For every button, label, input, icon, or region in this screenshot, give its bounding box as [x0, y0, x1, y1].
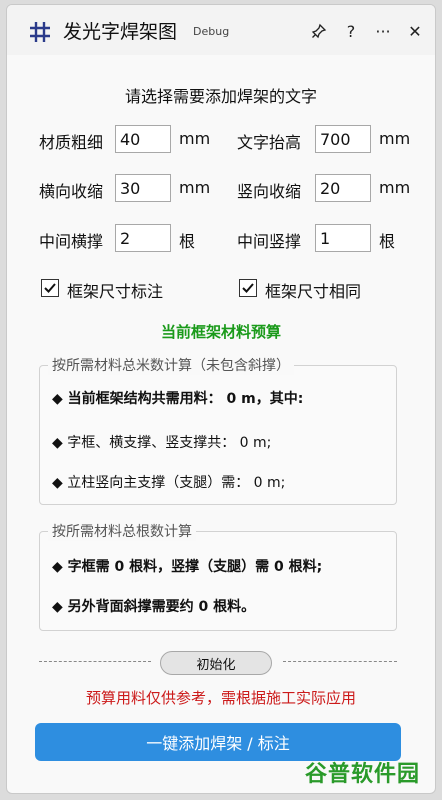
more-button[interactable]: ···	[369, 17, 397, 45]
debug-tag: Debug	[193, 25, 230, 38]
meters-line-frame: ◆ 字框、横支撑、竖支撑共： 0 m;	[52, 435, 272, 451]
budget-title: 当前框架材料预算	[160, 323, 281, 341]
main-panel: 请选择需要添加焊架的文字 材质粗细 mm 文字抬高 mm 横向收缩 mm 竖向收…	[7, 55, 435, 793]
close-button[interactable]: ✕	[401, 17, 429, 45]
warning-text: 预算用料仅供参考，需根据施工实际应用	[85, 689, 356, 707]
text-raise-unit: mm	[379, 129, 411, 148]
mid-v-brace-label: 中间竖撑	[237, 232, 302, 251]
check-icon	[44, 283, 56, 293]
text-raise-label: 文字抬高	[237, 133, 302, 152]
grid-frame-icon	[30, 22, 50, 42]
frame-dim-checkbox[interactable]	[41, 279, 59, 297]
panel-heading: 请选择需要添加焊架的文字	[124, 87, 317, 106]
divider-left	[39, 661, 151, 662]
count-line-frame: ◆ 字框需 0 根料，竖撑（支腿）需 0 根料;	[52, 559, 323, 575]
window-title: 发光字焊架图	[63, 21, 178, 43]
meters-group-title: 按所需材料总米数计算（未包含斜撑）	[48, 355, 294, 375]
count-group: 按所需材料总根数计算 ◆ 字框需 0 根料，竖撑（支腿）需 0 根料; ◆ 另外…	[39, 521, 397, 631]
init-button[interactable]: 初始化	[160, 651, 272, 675]
app-window: 发光字焊架图 Debug ? ··· ✕ 请选择需要添加焊架的文字 材质粗细 m…	[6, 4, 436, 794]
count-line-frame-text: 字框需 0 根料，竖撑（支腿）需 0 根料;	[67, 559, 323, 575]
meters-group: 按所需材料总米数计算（未包含斜撑） ◆ 当前框架结构共需用料： 0 m，其中: …	[39, 355, 397, 505]
meters-line-total-text: 当前框架结构共需用料： 0 m，其中:	[67, 391, 304, 407]
divider-right	[283, 661, 397, 662]
frame-same-label: 框架尺寸相同	[265, 282, 362, 301]
h-shrink-label: 横向收缩	[39, 182, 104, 201]
material-thickness-input[interactable]	[115, 125, 171, 153]
pin-icon	[311, 23, 327, 39]
mid-v-brace-unit: 根	[379, 232, 396, 251]
h-shrink-unit: mm	[179, 178, 211, 197]
material-thickness-label: 材质粗细	[39, 133, 104, 152]
site-watermark: 谷普软件园	[305, 762, 421, 787]
pin-button[interactable]	[305, 17, 333, 45]
meters-line-legs-text: 立柱竖向主支撑（支腿）需： 0 m;	[67, 475, 286, 491]
v-shrink-label: 竖向收缩	[237, 182, 302, 201]
material-thickness-unit: mm	[179, 129, 211, 148]
count-group-title: 按所需材料总根数计算	[48, 521, 196, 541]
frame-dim-label: 框架尺寸标注	[67, 282, 164, 301]
count-line-diagonal-text: 另外背面斜撑需要约 0 根料。	[67, 599, 256, 615]
frame-same-checkbox[interactable]	[239, 279, 257, 297]
mid-h-brace-label: 中间横撑	[39, 232, 104, 251]
text-raise-input[interactable]	[315, 125, 371, 153]
count-line-diagonal: ◆ 另外背面斜撑需要约 0 根料。	[52, 599, 256, 615]
mid-h-brace-input[interactable]	[115, 224, 171, 252]
meters-line-total: ◆ 当前框架结构共需用料： 0 m，其中:	[52, 391, 304, 407]
check-icon	[242, 283, 254, 293]
v-shrink-input[interactable]	[315, 174, 371, 202]
h-shrink-input[interactable]	[115, 174, 171, 202]
title-bar: 发光字焊架图 Debug ? ··· ✕	[7, 5, 435, 55]
mid-v-brace-input[interactable]	[315, 224, 371, 252]
help-button[interactable]: ?	[337, 17, 365, 45]
v-shrink-unit: mm	[379, 178, 411, 197]
meters-line-frame-text: 字框、横支撑、竖支撑共： 0 m;	[67, 435, 272, 451]
meters-line-legs: ◆ 立柱竖向主支撑（支腿）需： 0 m;	[52, 475, 286, 491]
mid-h-brace-unit: 根	[179, 232, 196, 251]
